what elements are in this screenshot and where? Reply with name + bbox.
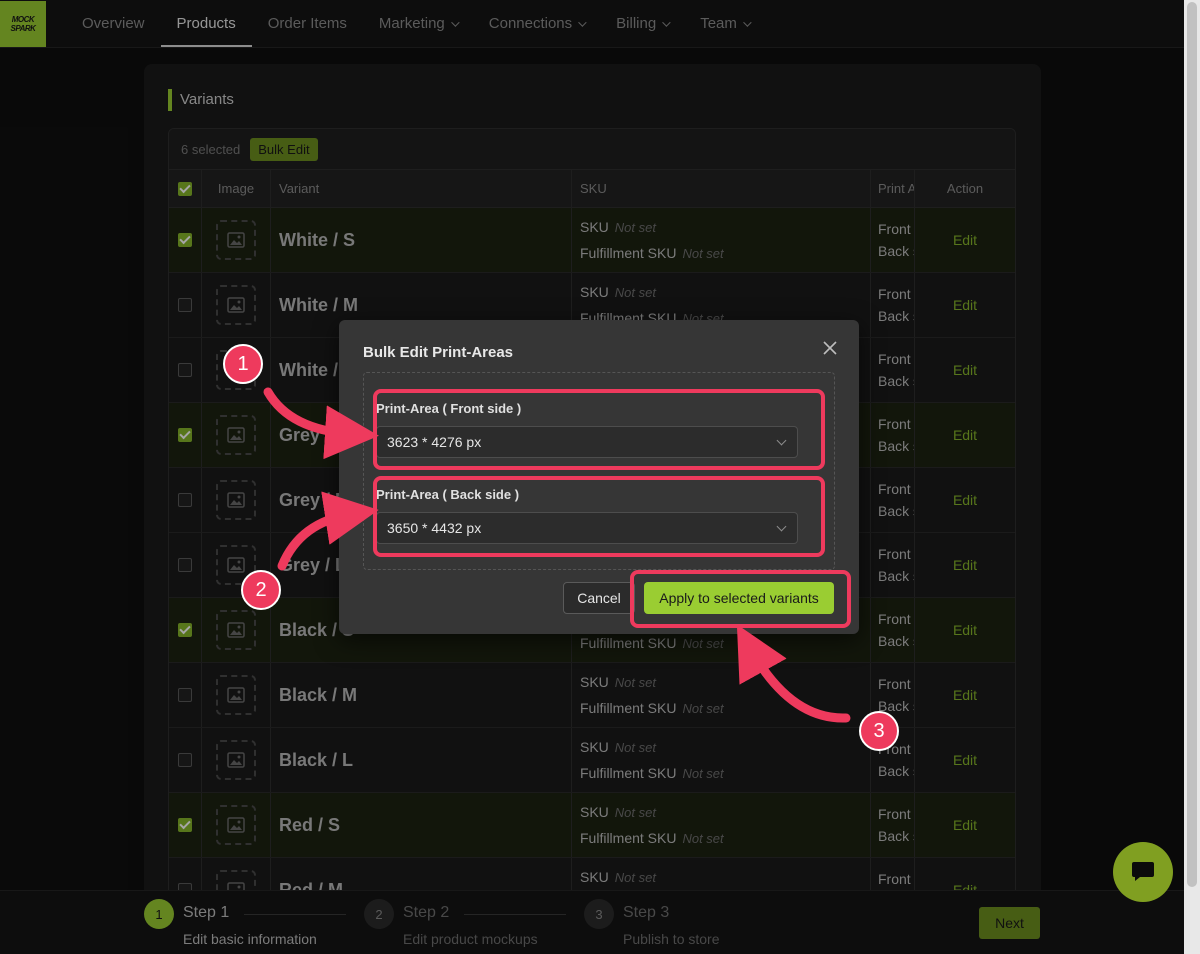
annotation-badge-2: 2 xyxy=(241,570,281,610)
page-scrollbar[interactable] xyxy=(1184,0,1200,954)
annotation-badge-1: 1 xyxy=(223,344,263,384)
annotation-arrows xyxy=(263,387,851,723)
annotation-badge-3: 3 xyxy=(859,711,899,751)
arrow-3 xyxy=(736,624,851,723)
arrow-1 xyxy=(263,387,379,460)
arrow-2 xyxy=(277,491,379,571)
scrollbar-thumb[interactable] xyxy=(1187,2,1197,887)
